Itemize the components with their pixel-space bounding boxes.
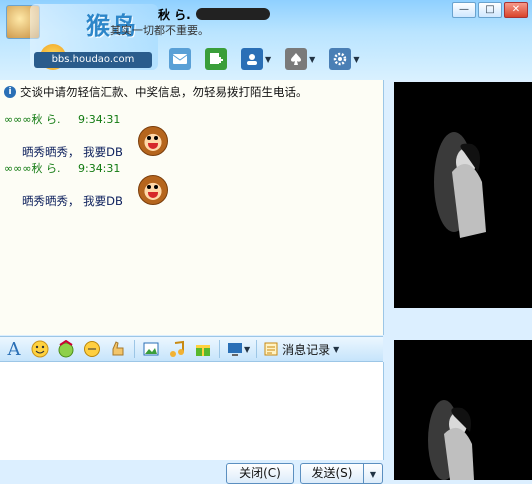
format-toolbar: A ▼ 消息记录 ▼ [0, 336, 383, 362]
video-figure [434, 132, 486, 238]
send-button[interactable]: 发送(S) [300, 463, 364, 484]
font-icon: A [7, 338, 21, 360]
message-icon [169, 48, 191, 70]
message-header: ∞∞∞秋 ら. 9:34:31 [4, 111, 120, 127]
add-icon [205, 48, 227, 70]
music-button[interactable] [167, 339, 187, 359]
top-toolbar: ▼ ▼ ▼ [166, 44, 362, 74]
monkey-emoticon-icon [138, 126, 168, 156]
message-input[interactable] [0, 362, 384, 460]
send-options-button[interactable]: ▼ [363, 463, 383, 484]
monitor-icon [228, 343, 242, 356]
chevron-down-icon: ▼ [369, 470, 377, 479]
message-time: 9:34:31 [77, 113, 121, 126]
chevron-down-icon[interactable]: ▼ [353, 55, 359, 64]
contact-signature: 其实一切都不重要。 [110, 24, 209, 37]
redacted-scribble [196, 8, 270, 20]
message-time: 9:34:31 [77, 162, 121, 175]
screenshot-button[interactable] [141, 339, 161, 359]
info-icon: i [4, 86, 16, 98]
maximize-button[interactable]: □ [478, 2, 502, 18]
chevron-down-icon[interactable]: ▼ [265, 55, 271, 64]
close-button[interactable]: 关闭(C) [226, 463, 294, 484]
monkey-emoticon-icon [138, 175, 168, 205]
thumb-icon [112, 341, 124, 356]
voice-button[interactable] [108, 339, 128, 359]
contact-card-button[interactable]: ▼ [238, 46, 274, 72]
emoticon-button[interactable] [30, 339, 50, 359]
message-history-label: 消息记录 [282, 342, 331, 357]
screen-capture-button[interactable]: ▼ [226, 339, 250, 359]
shake-button[interactable] [82, 339, 102, 359]
message-sender: ∞∞∞秋 ら. [4, 162, 61, 175]
gift-icon [196, 345, 210, 356]
chat-history[interactable]: i 交谈中请勿轻信汇款、中奖信息，勿轻易拨打陌生电话。 ∞∞∞秋 ら. 9:34… [0, 80, 384, 335]
smiley-icon [31, 340, 49, 358]
history-icon [264, 342, 278, 356]
chat-window-header: 猴岛 bbs.houdao.com 秋 ら. 其实一切都不重要。 — □ ✕ ▼ [0, 0, 532, 80]
gift-button[interactable] [193, 339, 213, 359]
contact-name[interactable]: 秋 ら. [158, 6, 191, 23]
magic-emoticon-button[interactable] [56, 339, 76, 359]
settings-icon [329, 48, 352, 70]
toolbar-divider [256, 340, 258, 358]
games-button[interactable]: ▼ [282, 46, 318, 72]
contact-card-icon [241, 48, 263, 70]
minimize-button[interactable]: — [452, 2, 476, 18]
local-video-panel[interactable] [394, 340, 532, 480]
music-note-icon [170, 340, 184, 357]
font-button[interactable]: A [4, 338, 24, 360]
chevron-down-icon[interactable]: ▼ [333, 345, 339, 354]
security-notice: i 交谈中请勿轻信汇款、中奖信息，勿轻易拨打陌生电话。 [4, 84, 308, 100]
image-icon [143, 342, 159, 356]
add-friend-button[interactable] [202, 46, 230, 72]
message-text: 晒秀晒秀， 我要DB [22, 194, 123, 208]
chevron-down-icon[interactable]: ▼ [244, 345, 250, 354]
magic-face-icon [58, 340, 74, 358]
message-sender: ∞∞∞秋 ら. [4, 113, 61, 126]
message-header: ∞∞∞秋 ら. 9:34:31 [4, 160, 120, 176]
settings-button[interactable]: ▼ [326, 46, 362, 72]
shake-face-icon [84, 341, 100, 357]
window-controls: — □ ✕ [452, 2, 528, 18]
remote-video-panel[interactable] [394, 82, 532, 308]
security-notice-text: 交谈中请勿轻信汇款、中奖信息，勿轻易拨打陌生电话。 [20, 85, 308, 99]
games-icon [285, 48, 308, 70]
toolbar-divider [134, 340, 135, 358]
close-window-button[interactable]: ✕ [504, 2, 528, 18]
chevron-down-icon[interactable]: ▼ [309, 55, 315, 64]
video-figure [428, 400, 474, 480]
send-message-button[interactable] [166, 46, 194, 72]
message-text: 晒秀晒秀， 我要DB [22, 145, 123, 159]
toolbar-divider [219, 340, 220, 358]
message-history-button[interactable]: 消息记录 ▼ [263, 341, 339, 358]
watermark-url: bbs.houdao.com [34, 52, 152, 68]
